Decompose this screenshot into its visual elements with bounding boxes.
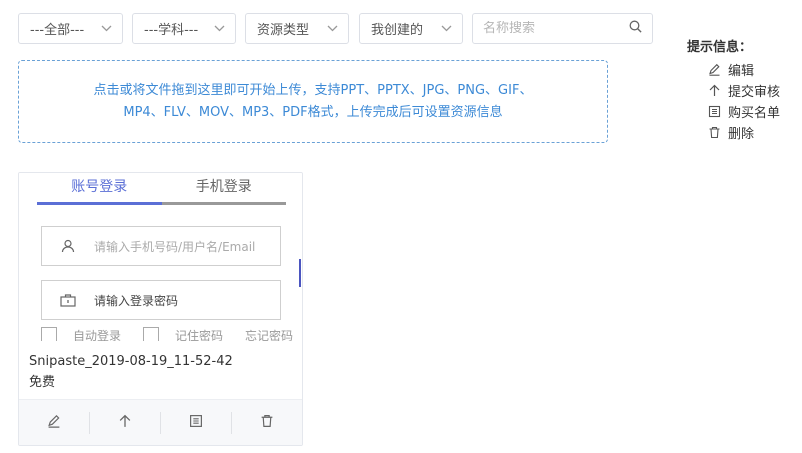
- filter-creator-label: 我创建的: [371, 23, 424, 38]
- thumbnail-auto-login: 自动登录: [73, 329, 122, 341]
- hint-item-label: 购买名单: [728, 106, 781, 121]
- thumbnail-username-field: 请输入手机号码/用户名/Email: [41, 226, 281, 266]
- resource-card[interactable]: 账号登录 手机登录 请输入手机号码/用户名/Email 请输入登录密码 自动登录…: [18, 172, 303, 446]
- edit-button[interactable]: [19, 412, 89, 434]
- list-icon: [189, 414, 203, 432]
- hint-item-edit: 编辑: [687, 59, 799, 80]
- search-icon[interactable]: [629, 20, 642, 37]
- resource-meta: Snipaste_2019-08-19_11-52-42 免费: [29, 351, 233, 393]
- hint-item-purchase-list: 购买名单: [687, 101, 799, 122]
- thumbnail-options: 自动登录 记住密码 忘记密码: [41, 327, 293, 341]
- thumbnail-tab-phone: 手机登录: [161, 173, 286, 205]
- thumbnail-password-placeholder: 请输入登录密码: [94, 293, 179, 308]
- chevron-down-icon: [440, 23, 452, 35]
- hint-item-label: 提交审核: [728, 85, 781, 100]
- filter-all-label: ---全部---: [30, 23, 85, 38]
- hint-item-delete: 删除: [687, 122, 799, 143]
- hint-item-label: 删除: [728, 127, 755, 142]
- arrow-up-icon: [118, 414, 132, 432]
- thumbnail-remember-password: 记住密码: [175, 329, 224, 341]
- chevron-down-icon: [213, 23, 225, 35]
- hint-panel: 提示信息： 编辑 提交审核 购买名单 删除: [687, 36, 799, 143]
- filter-resource-type-select[interactable]: 资源类型: [245, 13, 349, 44]
- filter-subject-label: ---学科---: [144, 23, 199, 38]
- thumbnail-tab-account: 账号登录: [37, 173, 162, 205]
- lock-icon: [60, 292, 76, 308]
- checkbox-icon: [41, 327, 57, 341]
- pencil-icon: [47, 414, 61, 432]
- trash-icon: [260, 414, 274, 432]
- resource-actions: [19, 399, 302, 445]
- pencil-icon: [707, 63, 721, 77]
- thumbnail-edge-marker: [299, 259, 301, 287]
- hint-item-label: 编辑: [728, 64, 755, 79]
- list-icon: [707, 105, 721, 119]
- filter-all-select[interactable]: ---全部---: [18, 13, 123, 44]
- trash-icon: [707, 126, 721, 140]
- delete-button[interactable]: [232, 412, 302, 434]
- thumbnail-forgot-password: 忘记密码: [245, 329, 294, 341]
- user-icon: [60, 238, 76, 254]
- thumbnail-password-field: 请输入登录密码: [41, 280, 281, 320]
- upload-hint-line-1: 点击或将文件拖到这里即可开始上传，支持PPT、PPTX、JPG、PNG、GIF、: [93, 82, 533, 98]
- search-input[interactable]: [483, 21, 629, 36]
- arrow-up-icon: [707, 84, 721, 98]
- thumbnail-tabs: 账号登录 手机登录: [37, 173, 286, 205]
- chevron-down-icon: [100, 23, 112, 35]
- hint-item-submit: 提交审核: [687, 80, 799, 101]
- filter-resource-type-label: 资源类型: [257, 23, 310, 38]
- checkbox-icon: [143, 327, 160, 341]
- thumbnail-username-placeholder: 请输入手机号码/用户名/Email: [94, 239, 256, 254]
- upload-dropzone[interactable]: 点击或将文件拖到这里即可开始上传，支持PPT、PPTX、JPG、PNG、GIF、…: [18, 60, 608, 143]
- resource-price: 免费: [29, 375, 56, 390]
- upload-hint-line-2: MP4、FLV、MOV、MP3、PDF格式，上传完成后可设置资源信息: [123, 104, 503, 120]
- filter-subject-select[interactable]: ---学科---: [132, 13, 236, 44]
- filter-creator-select[interactable]: 我创建的: [359, 13, 463, 44]
- resource-thumbnail[interactable]: 账号登录 手机登录 请输入手机号码/用户名/Email 请输入登录密码 自动登录…: [19, 173, 302, 341]
- chevron-down-icon: [326, 23, 338, 35]
- resource-name: Snipaste_2019-08-19_11-52-42: [29, 354, 233, 369]
- submit-review-button[interactable]: [90, 412, 160, 434]
- purchase-list-button[interactable]: [161, 412, 231, 434]
- hint-title: 提示信息：: [687, 40, 753, 55]
- search-box: [472, 13, 653, 44]
